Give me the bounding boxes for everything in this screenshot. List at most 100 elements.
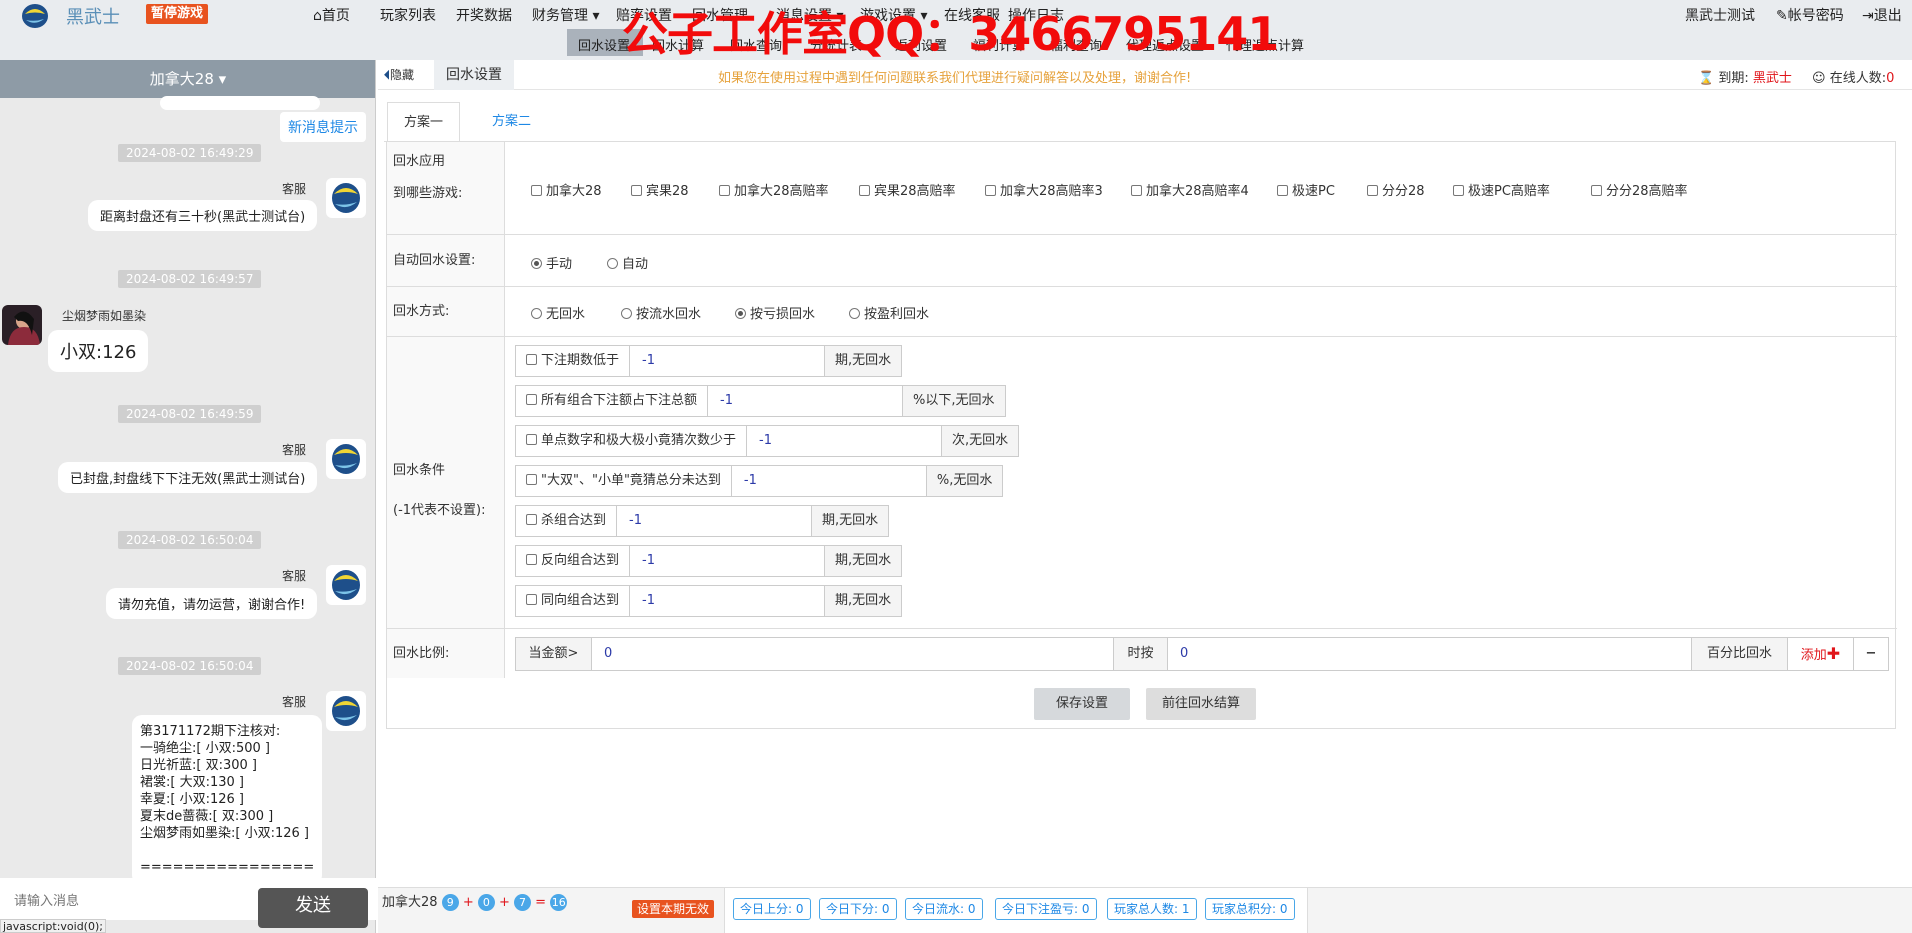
chat-bubble-partial bbox=[160, 96, 320, 110]
tab-plan-1[interactable]: 方案一 bbox=[387, 102, 461, 142]
game-checkbox[interactable]: 加拿大28高赔率 bbox=[719, 180, 829, 199]
game-checkbox[interactable]: 宾果28 bbox=[631, 180, 689, 199]
nav-home[interactable]: ⌂首页 bbox=[313, 5, 350, 25]
condition-input[interactable]: -1 bbox=[616, 506, 813, 536]
row-label: 回水应用 到哪些游戏: bbox=[387, 142, 505, 234]
condition-row: 下注期数低于 -1 期,无回水 bbox=[515, 345, 903, 377]
condition-row: "大双"、"小单"竟猜总分未达到 -1 %,无回水 bbox=[515, 465, 1004, 497]
row-conditions: 回水条件 (-1代表不设置): 下注期数低于 -1 期,无回水 所有组合下注额占下注总… bbox=[387, 336, 1897, 628]
ratio-percent-input[interactable]: 0 bbox=[1168, 638, 1692, 670]
top-navbar: 黑武士 暂停游戏 ⌂首页 玩家列表 开奖数据 财务管理 ▾ 赔率设置 回水管理 … bbox=[0, 0, 1912, 61]
pause-game-button[interactable]: 暂停游戏 bbox=[146, 4, 209, 24]
row-rebate-ratio: 回水比例: 当金额> 0 时按 0 百分比回水 添加✚ − bbox=[387, 628, 1897, 678]
tab-plan-2[interactable]: 方案二 bbox=[476, 102, 547, 142]
logo-icon bbox=[22, 4, 48, 28]
stat-today-turnover: 今日流水: 0 bbox=[905, 898, 983, 920]
user-avatar-icon bbox=[2, 305, 42, 345]
bottom-bar: 加拿大28 9 + 0 + 7 = 16 设置本期无效 今日上分: 0 今日下分… bbox=[378, 887, 1912, 933]
avatar bbox=[2, 305, 42, 345]
hourglass-icon: ⌛ bbox=[1698, 71, 1715, 86]
home-icon: ⌂ bbox=[313, 8, 322, 24]
game-checkbox[interactable]: 极速PC bbox=[1277, 180, 1335, 199]
chat-message: 小双:126 bbox=[48, 330, 149, 372]
row-rebate-mode: 回水方式: 无回水 按流水回水 按亏损回水 按盈利回水 bbox=[387, 286, 1897, 336]
chat-timestamp: 2024-08-02 16:50:04 bbox=[118, 531, 262, 549]
online-count: ☺ 在线人数:0 bbox=[1812, 71, 1895, 86]
nav-finance[interactable]: 财务管理 ▾ bbox=[532, 5, 599, 25]
chat-message-input[interactable] bbox=[14, 890, 244, 912]
avatar bbox=[326, 178, 366, 218]
robot-avatar-icon bbox=[332, 570, 360, 600]
condition-input[interactable]: -1 bbox=[746, 426, 943, 456]
condition-row: 同向组合达到 -1 期,无回水 bbox=[515, 585, 903, 617]
logout-icon: ⇥ bbox=[1862, 8, 1874, 24]
radio-by-loss[interactable]: 按亏损回水 bbox=[735, 303, 815, 322]
status-bar-url: javascript:void(0); bbox=[0, 919, 106, 933]
invalidate-period-button[interactable]: 设置本期无效 bbox=[632, 900, 715, 918]
condition-input[interactable]: -1 bbox=[629, 346, 826, 376]
send-button[interactable]: 发送 bbox=[258, 888, 368, 928]
game-checkbox[interactable]: 加拿大28高赔率3 bbox=[985, 180, 1103, 199]
game-checkbox[interactable]: 加拿大28 bbox=[531, 180, 602, 199]
robot-avatar-icon bbox=[332, 444, 360, 474]
condition-input[interactable]: -1 bbox=[730, 466, 927, 496]
chat-sender: 客服 bbox=[282, 695, 307, 709]
chat-sender: 客服 bbox=[282, 443, 307, 457]
plus-icon: ✚ bbox=[1826, 644, 1841, 663]
support-notice: 如果您在使用过程中遇到任何问题联系我们代理进行疑问解答以及处理，谢谢合作! bbox=[718, 71, 1192, 86]
condition-input[interactable]: -1 bbox=[629, 586, 826, 616]
game-checkbox[interactable]: 宾果28高赔率 bbox=[859, 180, 956, 199]
chat-timestamp: 2024-08-02 16:49:57 bbox=[118, 270, 262, 288]
chat-room-selector[interactable]: 加拿大28 ▾ bbox=[0, 60, 375, 98]
user-icon: ☺ bbox=[1812, 71, 1826, 86]
page-title: 回水设置 bbox=[434, 60, 514, 90]
stat-today-profit: 今日下注盈亏: 0 bbox=[995, 898, 1097, 920]
chat-sender: 客服 bbox=[282, 182, 307, 196]
row-auto-rebate: 自动回水设置: 手动 自动 bbox=[387, 234, 1897, 286]
draw-result: 加拿大28 9 + 0 + 7 = 16 bbox=[382, 894, 568, 911]
condition-input[interactable]: -1 bbox=[707, 386, 904, 416]
caret-down-icon: ▾ bbox=[213, 70, 227, 88]
radio-by-turnover[interactable]: 按流水回水 bbox=[621, 303, 701, 322]
stat-total-players: 玩家总人数: 1 bbox=[1107, 898, 1197, 920]
add-ratio-button[interactable]: 添加✚ bbox=[1788, 638, 1854, 670]
game-checkbox[interactable]: 分分28高赔率 bbox=[1591, 180, 1688, 199]
game-checkbox[interactable]: 分分28 bbox=[1367, 180, 1425, 199]
radio-none[interactable]: 无回水 bbox=[531, 303, 585, 322]
radio-by-profit[interactable]: 按盈利回水 bbox=[849, 303, 929, 322]
robot-avatar-icon bbox=[332, 183, 360, 213]
condition-row: 反向组合达到 -1 期,无回水 bbox=[515, 545, 903, 577]
chat-timestamp: 2024-08-02 16:50:04 bbox=[118, 657, 262, 675]
main-content: ⏴隐藏 回水设置 如果您在使用过程中遇到任何问题联系我们代理进行疑问解答以及处理… bbox=[378, 60, 1912, 933]
avatar bbox=[326, 439, 366, 479]
row-label: 回水条件 (-1代表不设置): bbox=[387, 337, 505, 628]
chat-message: 请勿充值，请勿运营，谢谢合作! bbox=[106, 588, 318, 619]
avatar bbox=[326, 565, 366, 605]
goto-settlement-button[interactable]: 前往回水结算 bbox=[1146, 688, 1256, 720]
nav-players[interactable]: 玩家列表 bbox=[380, 5, 436, 25]
logout-link[interactable]: ⇥退出 bbox=[1862, 5, 1902, 25]
chat-sender: 尘烟梦雨如墨染 bbox=[62, 309, 147, 323]
new-message-button[interactable]: 新消息提示 bbox=[280, 112, 366, 142]
game-checkbox[interactable]: 加拿大28高赔率4 bbox=[1131, 180, 1249, 199]
stat-today-withdraw: 今日下分: 0 bbox=[819, 898, 897, 920]
stat-today-deposit: 今日上分: 0 bbox=[733, 898, 811, 920]
ratio-amount-input[interactable]: 0 bbox=[592, 638, 1114, 670]
expiry-value: 黑武士 bbox=[1752, 71, 1792, 86]
stat-total-points: 玩家总积分: 0 bbox=[1205, 898, 1295, 920]
chat-timestamp: 2024-08-02 16:49:59 bbox=[118, 405, 262, 423]
remove-ratio-button[interactable]: − bbox=[1854, 638, 1888, 670]
hide-sidebar-button[interactable]: ⏴隐藏 bbox=[384, 66, 414, 83]
chat-sender: 客服 bbox=[282, 569, 307, 583]
condition-input[interactable]: -1 bbox=[629, 546, 826, 576]
game-checkbox[interactable]: 极速PC高赔率 bbox=[1453, 180, 1550, 199]
radio-manual[interactable]: 手动 bbox=[531, 253, 572, 272]
save-settings-button[interactable]: 保存设置 bbox=[1034, 688, 1130, 720]
ratio-input-group: 当金额> 0 时按 0 百分比回水 添加✚ − bbox=[515, 637, 1889, 671]
nav-draw-data[interactable]: 开奖数据 bbox=[456, 5, 512, 25]
account-password-link[interactable]: ✎帐号密码 bbox=[1776, 5, 1844, 25]
radio-auto[interactable]: 自动 bbox=[607, 253, 648, 272]
condition-row: 杀组合达到 -1 期,无回水 bbox=[515, 505, 890, 537]
page-header: ⏴隐藏 回水设置 如果您在使用过程中遇到任何问题联系我们代理进行疑问解答以及处理… bbox=[378, 60, 1912, 90]
expiry-info: ⌛ 到期: 黑武士 bbox=[1698, 71, 1792, 86]
